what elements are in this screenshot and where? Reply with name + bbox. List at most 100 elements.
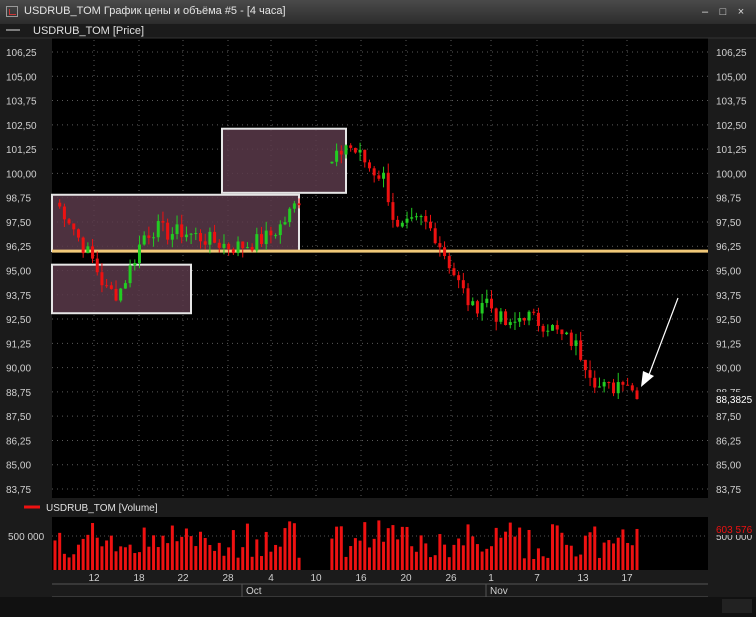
candle-body — [297, 203, 301, 206]
close-icon[interactable]: × — [735, 6, 747, 18]
volume-bar — [349, 546, 353, 570]
volume-bar — [260, 556, 264, 570]
volume-bar — [367, 547, 371, 570]
volume-bar — [217, 542, 221, 570]
y-tick-left: 103,75 — [6, 97, 37, 108]
candle-body — [189, 233, 193, 235]
volume-bar — [410, 546, 414, 570]
volume-bar — [626, 542, 630, 570]
candle-body — [433, 228, 437, 244]
volume-bar — [386, 528, 390, 570]
day-tick: 16 — [355, 573, 367, 584]
volume-bar — [292, 523, 296, 570]
candle-body — [447, 256, 451, 269]
day-tick: 10 — [310, 573, 322, 584]
day-tick: 18 — [133, 573, 145, 584]
volume-bar — [616, 537, 620, 570]
candle-body — [490, 298, 493, 309]
candle-body — [67, 219, 71, 224]
month-label-nov: Nov — [490, 586, 508, 597]
volume-bar — [222, 555, 226, 570]
volume-bar — [353, 538, 357, 570]
candle-body — [602, 382, 606, 387]
candle-body — [400, 222, 404, 227]
day-tick: 12 — [88, 573, 100, 584]
volume-bar — [602, 542, 606, 570]
candle-body — [353, 147, 357, 153]
volume-bar — [128, 544, 132, 570]
candle-body — [579, 340, 583, 360]
volume-bar — [612, 543, 616, 570]
y-tick-left: 92,50 — [6, 315, 31, 326]
candle-body — [194, 233, 198, 235]
candle-body — [349, 145, 353, 148]
minimize-icon[interactable]: – — [699, 6, 711, 18]
volume-bar — [424, 543, 428, 570]
y-tick-right: 106,25 — [716, 48, 747, 59]
volume-bar — [194, 546, 198, 570]
candle-body — [175, 224, 179, 235]
volume-bar — [443, 544, 447, 570]
volume-bar — [147, 546, 151, 570]
volume-bar — [382, 541, 386, 570]
maximize-icon[interactable]: □ — [717, 6, 729, 18]
candle-body — [607, 382, 611, 384]
title-bar[interactable]: USDRUB_TOM График цены и объёма #5 - [4 … — [0, 0, 756, 25]
zone-box[interactable] — [221, 127, 347, 194]
candle-body — [504, 311, 508, 326]
candle-body — [81, 237, 85, 254]
candle-body — [593, 377, 597, 388]
candle-body — [494, 308, 498, 322]
y-tick-right: 86,25 — [716, 436, 741, 447]
candle-body — [616, 382, 620, 394]
candle-body — [536, 312, 540, 326]
volume-bar — [335, 526, 339, 570]
candle-body — [156, 221, 160, 238]
volume-bar — [579, 554, 583, 570]
window-footer — [0, 597, 756, 617]
volume-bar — [180, 536, 184, 570]
volume-bar — [231, 530, 235, 570]
candle-body — [245, 247, 249, 249]
volume-bar — [433, 555, 437, 570]
y-tick-right: 101,25 — [716, 145, 747, 156]
volume-bar — [522, 558, 526, 570]
volume-bar — [527, 529, 531, 570]
day-tick: 7 — [534, 573, 540, 584]
volume-bar — [466, 524, 470, 570]
volume-bar — [91, 523, 95, 570]
candle-body — [475, 301, 479, 314]
y-tick-right: 90,00 — [716, 364, 741, 375]
chart-canvas[interactable]: USDRUB_TOM [Price] 106,25105,00103,75102… — [0, 24, 756, 617]
candle-body — [199, 233, 202, 242]
y-tick-right: 103,75 — [716, 97, 747, 108]
last-price-label: 88,3825 — [716, 395, 753, 406]
volume-legend: USDRUB_TOM [Volume] — [46, 503, 158, 514]
volume-bar — [105, 540, 109, 570]
day-tick: 13 — [577, 573, 589, 584]
volume-bar — [189, 536, 193, 570]
y-tick-right: 97,50 — [716, 218, 741, 229]
candle-body — [527, 311, 531, 321]
volume-bar — [555, 525, 559, 570]
candle-body — [424, 216, 428, 222]
candle-body — [363, 149, 367, 163]
candle-body — [166, 222, 170, 240]
y-tick-left: 88,75 — [6, 388, 31, 399]
volume-bar — [152, 535, 156, 570]
candle-body — [62, 206, 66, 220]
candle-body — [532, 311, 536, 313]
scrollbar-stub[interactable] — [722, 599, 752, 613]
candle-body — [152, 237, 156, 239]
candle-body — [330, 161, 334, 164]
volume-bar — [297, 557, 301, 570]
volume-bar — [100, 546, 104, 570]
candle-body — [377, 175, 381, 179]
volume-bar — [283, 528, 287, 570]
volume-bar — [245, 523, 249, 570]
candle-body — [236, 241, 240, 254]
volume-bar — [264, 531, 268, 570]
volume-bar — [419, 535, 423, 570]
volume-bar — [569, 545, 573, 570]
candle-body — [372, 168, 376, 176]
